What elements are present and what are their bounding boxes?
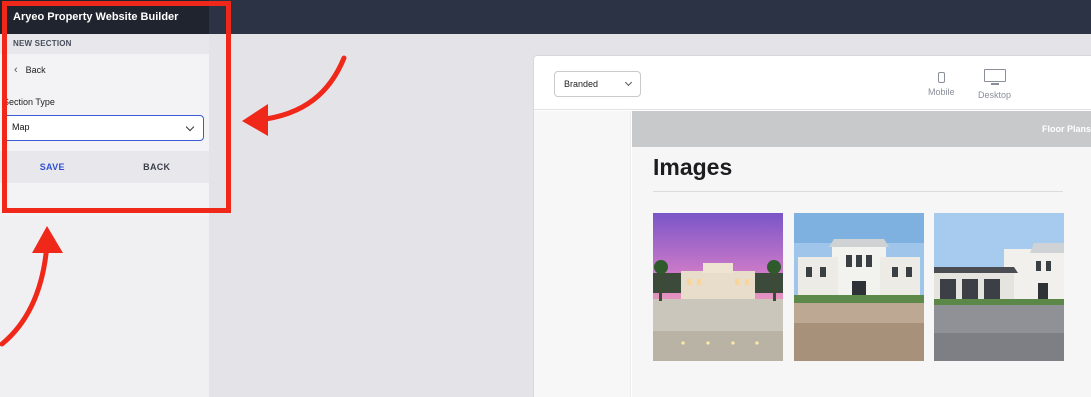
desktop-icon: [983, 69, 1006, 86]
website-preview: Floor Plans Images: [632, 111, 1091, 397]
site-nav-bar: Floor Plans: [632, 111, 1091, 147]
highlight-box-annotation: [2, 1, 231, 213]
property-photo-front[interactable]: [794, 213, 924, 361]
desktop-view-button[interactable]: Desktop: [978, 69, 1011, 100]
preview-side-strip: [534, 111, 631, 397]
desktop-view-label: Desktop: [978, 90, 1012, 100]
mobile-icon: [937, 72, 945, 83]
theme-select-value: Branded: [564, 79, 599, 89]
property-photo-garage[interactable]: [934, 213, 1064, 361]
chevron-down-icon: [624, 78, 633, 87]
nav-link-floor-plans[interactable]: Floor Plans: [1042, 111, 1091, 147]
theme-select[interactable]: Branded: [554, 71, 641, 97]
mobile-view-button[interactable]: Mobile: [928, 69, 955, 97]
divider: [653, 191, 1063, 192]
mobile-view-label: Mobile: [928, 87, 955, 97]
images-heading: Images: [653, 154, 733, 180]
preview-toolbar: Branded Mobile Desktop: [534, 56, 1091, 110]
sidebar-empty-area: [0, 216, 209, 397]
property-photo-dusk[interactable]: [653, 213, 783, 361]
preview-panel: Branded Mobile Desktop Floor Plans Image…: [533, 55, 1091, 397]
